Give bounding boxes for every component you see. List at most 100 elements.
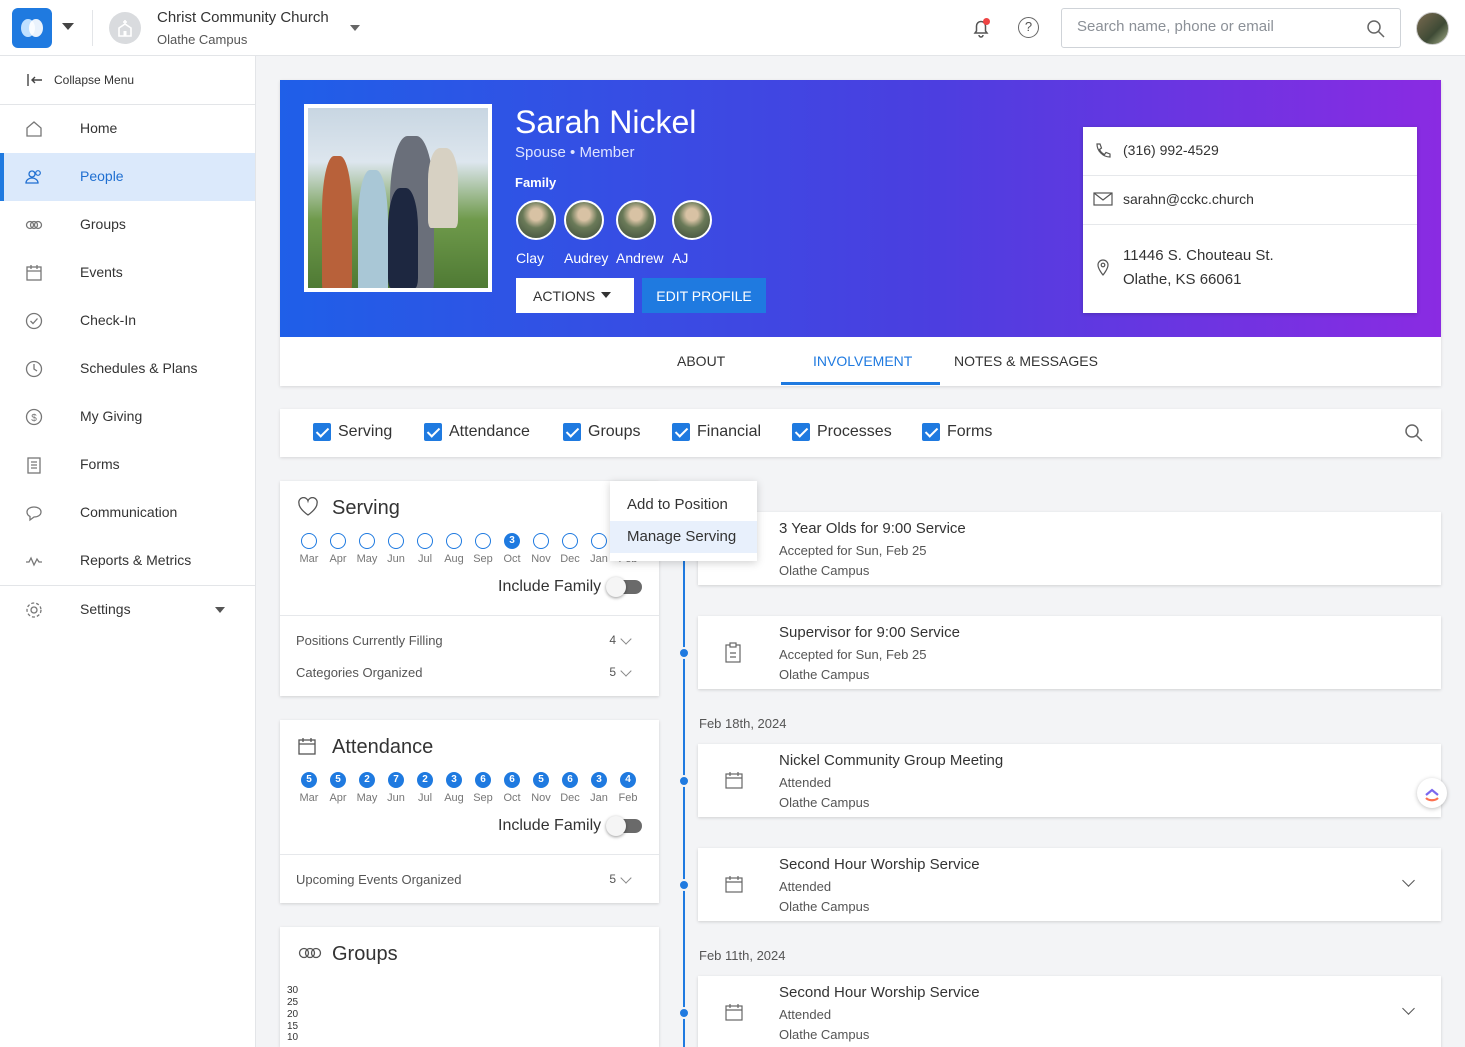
filter-financial-checkbox[interactable]: Financial bbox=[672, 423, 761, 441]
categories-organized-row[interactable]: Categories Organized 5 bbox=[296, 665, 644, 680]
groups-icon bbox=[25, 220, 43, 230]
month-feb[interactable]: 4 Feb bbox=[618, 772, 638, 804]
menu-item-add-to-position[interactable]: Add to Position bbox=[610, 489, 757, 521]
sidebar-item-groups[interactable]: Groups bbox=[0, 201, 255, 249]
timeline-item-title: Supervisor for 9:00 Service bbox=[779, 624, 960, 641]
church-switcher-caret-icon[interactable] bbox=[350, 25, 360, 31]
actions-button[interactable]: ACTIONS bbox=[516, 278, 634, 313]
sidebar-item-settings[interactable]: Settings bbox=[0, 586, 255, 634]
month-sep[interactable]: Sep bbox=[473, 533, 493, 565]
month-sep[interactable]: 6 Sep bbox=[473, 772, 493, 804]
sidebar-item-communication[interactable]: Communication bbox=[0, 489, 255, 537]
sidebar-item-people[interactable]: People bbox=[0, 153, 255, 201]
email-address[interactable]: sarahn@cckc.church bbox=[1123, 191, 1254, 207]
search-input[interactable] bbox=[1077, 18, 1357, 35]
app-logo[interactable] bbox=[12, 8, 52, 48]
month-jan[interactable]: Jan bbox=[589, 533, 609, 565]
upcoming-events-row[interactable]: Upcoming Events Organized 5 bbox=[296, 872, 644, 887]
sidebar-item-forms[interactable]: Forms bbox=[0, 441, 255, 489]
app-switcher-caret-icon[interactable] bbox=[62, 23, 74, 30]
sidebar-item-check-in[interactable]: Check-In bbox=[0, 297, 255, 345]
month-count-dot bbox=[417, 533, 433, 549]
sidebar-item-schedules[interactable]: Schedules & Plans bbox=[0, 345, 255, 393]
month-mar[interactable]: 5 Mar bbox=[299, 772, 319, 804]
month-dec[interactable]: 6 Dec bbox=[560, 772, 580, 804]
month-aug[interactable]: 3 Aug bbox=[444, 772, 464, 804]
contact-card: (316) 992-4529 sarahn@cckc.church 11446 … bbox=[1083, 127, 1417, 313]
month-may[interactable]: 2 May bbox=[357, 772, 377, 804]
sidebar-item-events[interactable]: Events bbox=[0, 249, 255, 297]
positions-filling-label: Positions Currently Filling bbox=[296, 633, 443, 648]
sidebar-item-my-giving[interactable]: $ My Giving bbox=[0, 393, 255, 441]
family-label: Family bbox=[515, 175, 557, 190]
user-avatar[interactable] bbox=[1416, 12, 1449, 45]
month-nov[interactable]: 5 Nov bbox=[531, 772, 551, 804]
search-icon[interactable] bbox=[1366, 19, 1386, 39]
family-member[interactable]: Clay bbox=[516, 200, 556, 266]
tab-about[interactable]: ABOUT bbox=[677, 353, 725, 369]
filter-serving-checkbox[interactable]: Serving bbox=[313, 423, 392, 441]
sidebar-item-reports[interactable]: Reports & Metrics bbox=[0, 537, 255, 585]
collapse-menu-button[interactable]: Collapse Menu bbox=[0, 56, 255, 105]
family-member[interactable]: Audrey bbox=[564, 200, 608, 266]
month-jul[interactable]: 2 Jul bbox=[415, 772, 435, 804]
chevron-down-icon[interactable] bbox=[1402, 1002, 1415, 1015]
mail-icon bbox=[1093, 192, 1113, 206]
family-member[interactable]: AJ bbox=[672, 200, 712, 266]
filter-attendance-checkbox[interactable]: Attendance bbox=[424, 423, 530, 441]
email-row[interactable]: sarahn@cckc.church bbox=[1083, 176, 1417, 225]
timeline-item[interactable]: Nickel Community Group Meeting Attended … bbox=[698, 744, 1441, 817]
timeline-item[interactable]: 3 Year Olds for 9:00 Service Accepted fo… bbox=[698, 512, 1441, 585]
timeline-item[interactable]: Supervisor for 9:00 Service Accepted for… bbox=[698, 616, 1441, 689]
timeline-item[interactable]: Second Hour Worship Service Attended Ola… bbox=[698, 976, 1441, 1047]
address-row[interactable]: 11446 S. Chouteau St. Olathe, KS 66061 bbox=[1083, 225, 1417, 313]
month-label: Jun bbox=[387, 553, 405, 565]
chevron-down-icon[interactable] bbox=[1402, 874, 1415, 887]
church-name[interactable]: Christ Community Church bbox=[157, 9, 329, 26]
month-may[interactable]: May bbox=[357, 533, 377, 565]
help-icon[interactable]: ? bbox=[1018, 17, 1039, 38]
tab-involvement[interactable]: INVOLVEMENT bbox=[813, 353, 912, 369]
sidebar-item-label: Groups bbox=[80, 216, 126, 232]
search-field[interactable] bbox=[1061, 8, 1401, 48]
positions-filling-row[interactable]: Positions Currently Filling 4 bbox=[296, 633, 644, 648]
month-nov[interactable]: Nov bbox=[531, 533, 551, 565]
family-member[interactable]: Andrew bbox=[616, 200, 663, 266]
include-family-toggle[interactable] bbox=[606, 577, 642, 597]
filter-processes-checkbox[interactable]: Processes bbox=[792, 423, 892, 441]
month-dec[interactable]: Dec bbox=[560, 533, 580, 565]
month-jan[interactable]: 3 Jan bbox=[589, 772, 609, 804]
month-jun[interactable]: 7 Jun bbox=[386, 772, 406, 804]
filter-groups-checkbox[interactable]: Groups bbox=[563, 423, 640, 441]
filter-label: Groups bbox=[588, 423, 641, 440]
menu-item-manage-serving[interactable]: Manage Serving bbox=[610, 521, 757, 553]
month-label: Mar bbox=[299, 553, 319, 565]
edit-profile-button[interactable]: EDIT PROFILE bbox=[642, 278, 766, 313]
include-family-toggle[interactable] bbox=[606, 816, 642, 836]
church-icon bbox=[109, 12, 141, 44]
filter-forms-checkbox[interactable]: Forms bbox=[922, 423, 992, 441]
svg-text:$: $ bbox=[31, 413, 37, 424]
groups-icon bbox=[298, 947, 322, 959]
include-family-label: Include Family bbox=[498, 578, 602, 595]
church-campus[interactable]: Olathe Campus bbox=[157, 32, 247, 47]
filter-label: Attendance bbox=[449, 423, 530, 440]
phone-number[interactable]: (316) 992-4529 bbox=[1123, 142, 1219, 158]
month-jul[interactable]: Jul bbox=[415, 533, 435, 565]
sidebar-item-home[interactable]: Home bbox=[0, 105, 255, 153]
clickup-extension-icon[interactable] bbox=[1417, 778, 1447, 808]
people-icon bbox=[25, 170, 41, 184]
phone-row[interactable]: (316) 992-4529 bbox=[1083, 127, 1417, 176]
actions-label: ACTIONS bbox=[533, 287, 596, 304]
month-apr[interactable]: Apr bbox=[328, 533, 348, 565]
month-aug[interactable]: Aug bbox=[444, 533, 464, 565]
timeline-item[interactable]: Second Hour Worship Service Attended Ola… bbox=[698, 848, 1441, 921]
tab-notes-messages[interactable]: NOTES & MESSAGES bbox=[954, 353, 1098, 369]
month-oct[interactable]: 6 Oct bbox=[502, 772, 522, 804]
month-jun[interactable]: Jun bbox=[386, 533, 406, 565]
month-apr[interactable]: 5 Apr bbox=[328, 772, 348, 804]
search-icon[interactable] bbox=[1404, 423, 1424, 443]
month-oct[interactable]: 3 Oct bbox=[502, 533, 522, 565]
profile-photo[interactable] bbox=[304, 104, 492, 292]
month-mar[interactable]: Mar bbox=[299, 533, 319, 565]
